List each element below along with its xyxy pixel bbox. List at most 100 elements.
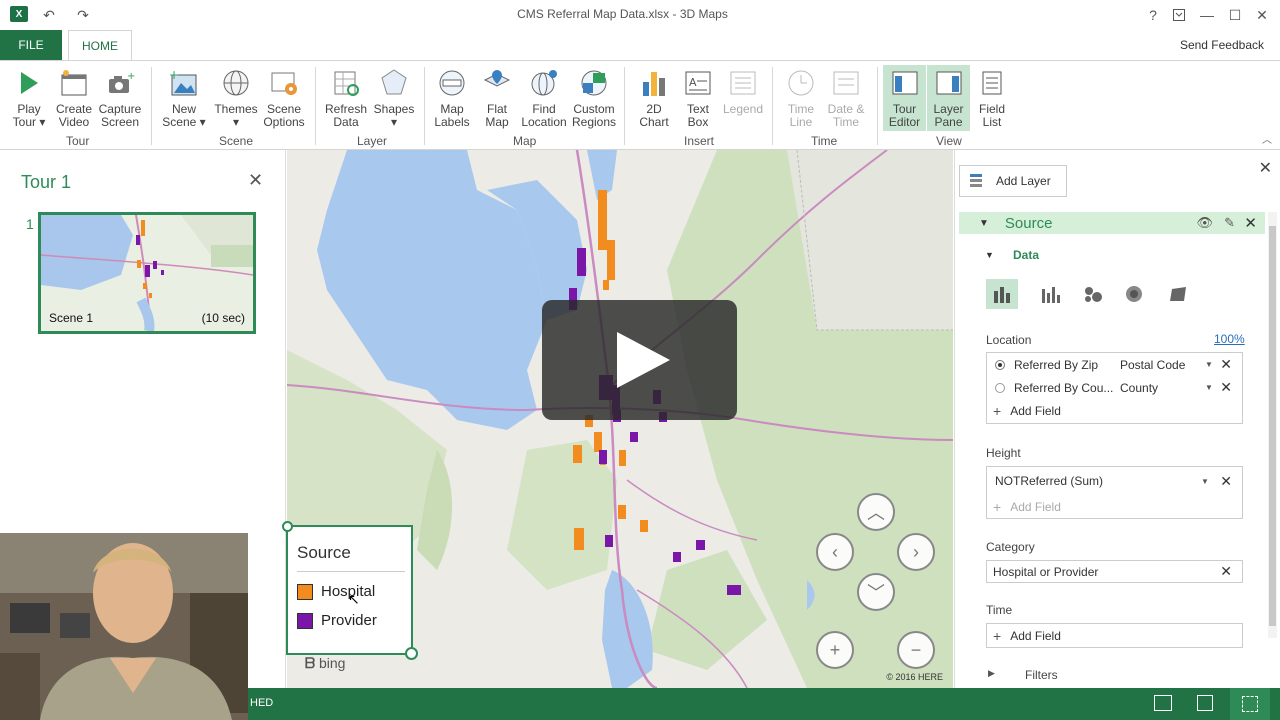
scene-name: Scene 1 <box>49 311 94 325</box>
bubble-icon[interactable] <box>1077 279 1109 309</box>
remove-field-icon[interactable]: ✕ <box>1220 356 1232 373</box>
eye-icon[interactable]: 👁 <box>1196 215 1213 231</box>
tab-home[interactable]: HOME <box>68 30 132 61</box>
send-feedback-link[interactable]: Send Feedback <box>1180 38 1264 52</box>
collapse-ribbon-icon[interactable]: ︿ <box>1262 131 1272 146</box>
play-tour-button[interactable]: Play Tour ▾ <box>12 67 46 129</box>
location-field-type[interactable]: County <box>1120 381 1158 395</box>
delete-layer-icon[interactable]: ✕ <box>1244 214 1257 232</box>
close-button[interactable]: ✕ <box>1253 6 1271 24</box>
category-field-row[interactable]: Hospital or Provider ✕ <box>987 561 1242 582</box>
add-time-field[interactable]: + Add Field <box>987 624 1242 647</box>
bar-chart-icon <box>637 67 671 99</box>
chevron-right-icon: › <box>913 541 919 562</box>
dropdown-arrow-icon[interactable]: ▼ <box>1201 477 1209 486</box>
remove-field-icon[interactable]: ✕ <box>1220 563 1232 580</box>
capture-screen-button[interactable]: + Capture Screen <box>98 67 142 129</box>
radio-selected[interactable] <box>995 359 1005 370</box>
minimize-button[interactable]: — <box>1198 6 1216 24</box>
clustered-column-icon[interactable] <box>1034 279 1066 309</box>
map-labels-button[interactable]: Map Labels <box>432 67 472 129</box>
close-tour-pane-button[interactable]: ✕ <box>248 170 263 191</box>
remove-field-icon[interactable]: ✕ <box>1220 379 1232 396</box>
time-line-label-2: Line <box>789 115 813 129</box>
collapse-triangle-icon[interactable]: ▼ <box>979 218 989 229</box>
field-list-button[interactable]: Field List <box>974 67 1010 129</box>
add-layer-button[interactable]: Add Layer <box>959 165 1067 197</box>
location-field-box: Referred By Zip Postal Code ▼ ✕ Referred… <box>986 352 1243 424</box>
2d-chart-button[interactable]: 2D Chart <box>634 67 674 129</box>
add-location-field[interactable]: + Add Field <box>987 399 1242 422</box>
location-field-row[interactable]: Referred By Cou... County ▼ ✕ <box>987 376 1242 399</box>
new-scene-button[interactable]: + New Scene ▾ <box>162 67 206 129</box>
chevron-left-icon: ‹ <box>832 541 838 562</box>
add-layer-icon <box>968 172 986 191</box>
chevron-up-icon: ︿ <box>867 503 885 523</box>
close-layer-pane-button[interactable]: ✕ <box>1259 158 1272 178</box>
rotate-left-button[interactable]: ‹ <box>816 533 854 571</box>
layer-pane-icon <box>932 67 966 99</box>
scene-options-button[interactable]: Scene Options <box>262 67 306 129</box>
legend-resize-handle[interactable] <box>282 521 293 532</box>
location-confidence-link[interactable]: 100% <box>1214 332 1245 346</box>
pencil-icon[interactable]: ✎ <box>1224 215 1235 231</box>
filters-expand-icon[interactable]: ▶ <box>988 668 995 679</box>
tilt-down-button[interactable]: ﹀ <box>857 573 895 611</box>
tilt-up-button[interactable]: ︿ <box>857 493 895 531</box>
height-label: Height <box>986 446 1021 460</box>
category-field-name[interactable]: Hospital or Provider <box>993 565 1098 579</box>
add-height-field[interactable]: + Add Field <box>987 495 1242 518</box>
maximize-button[interactable]: ☐ <box>1226 6 1244 24</box>
create-video-button[interactable]: Create Video <box>55 67 93 129</box>
tour-editor-button[interactable]: Tour Editor <box>883 65 926 131</box>
zoom-out-button[interactable]: − <box>897 631 935 669</box>
map-labels-icon <box>435 67 469 99</box>
video-play-button[interactable] <box>542 300 737 420</box>
layer-pane-button[interactable]: Layer Pane <box>927 65 970 131</box>
dropdown-arrow-icon[interactable]: ▼ <box>1205 360 1213 369</box>
heat-map-icon[interactable] <box>1118 279 1150 309</box>
time-line-button[interactable]: Time Line <box>781 67 821 129</box>
layer-name[interactable]: Source <box>1005 215 1053 232</box>
scene-thumbnail[interactable]: Scene 1 (10 sec) <box>38 212 256 334</box>
view-mode-icon[interactable] <box>1154 695 1172 711</box>
shapes-button[interactable]: Shapes ▾ <box>372 67 416 129</box>
filters-label[interactable]: Filters <box>1025 668 1058 682</box>
scrollbar-thumb[interactable] <box>1269 226 1276 626</box>
plus-icon: + <box>993 627 1002 644</box>
legend-button[interactable]: Legend <box>721 67 765 116</box>
find-location-button[interactable]: Find Location <box>520 67 568 129</box>
dropdown-arrow-icon[interactable]: ▼ <box>1205 383 1213 392</box>
location-field-row[interactable]: Referred By Zip Postal Code ▼ ✕ <box>987 353 1242 376</box>
refresh-data-button[interactable]: Refresh Data <box>324 67 368 129</box>
help-button[interactable]: ? <box>1144 6 1162 24</box>
category-field-box: Hospital or Provider ✕ <box>986 560 1243 583</box>
region-icon[interactable] <box>1162 279 1194 309</box>
themes-button[interactable]: Themes ▾ <box>214 67 258 129</box>
radio-unselected[interactable] <box>995 382 1005 393</box>
height-field-name[interactable]: NOTReferred (Sum) <box>995 474 1103 488</box>
fit-icon[interactable] <box>1197 695 1213 711</box>
fullscreen-button[interactable] <box>1230 688 1270 720</box>
data-collapse-icon[interactable]: ▼ <box>985 250 994 260</box>
map-legend[interactable]: Source Hospital Provider ↖ <box>282 521 418 660</box>
add-field-label: Add Field <box>1010 403 1061 418</box>
location-field-type[interactable]: Postal Code <box>1120 358 1185 372</box>
flat-map-button[interactable]: Flat Map <box>477 67 517 129</box>
height-field-row[interactable]: NOTReferred (Sum) ▼ ✕ <box>987 467 1242 495</box>
custom-regions-button[interactable]: Custom Regions <box>570 67 618 129</box>
stacked-column-icon[interactable] <box>986 279 1018 309</box>
zoom-in-button[interactable]: + <box>816 631 854 669</box>
layer-header[interactable]: ▼ Source 👁 ✎ ✕ <box>959 212 1265 234</box>
layer-pane-scrollbar[interactable] <box>1268 212 1277 638</box>
play-overlay-icon <box>617 332 670 388</box>
restore-ribbon-icon[interactable] <box>1170 6 1188 24</box>
legend-resize-handle[interactable] <box>405 647 418 660</box>
remove-field-icon[interactable]: ✕ <box>1220 473 1232 490</box>
rotate-right-button[interactable]: › <box>897 533 935 571</box>
date-time-button[interactable]: Date & Time <box>822 67 870 129</box>
tab-file[interactable]: FILE <box>0 30 62 60</box>
category-label: Category <box>986 540 1035 554</box>
text-box-button[interactable]: A Text Box <box>678 67 718 129</box>
legend-item-provider: Provider <box>321 612 377 629</box>
